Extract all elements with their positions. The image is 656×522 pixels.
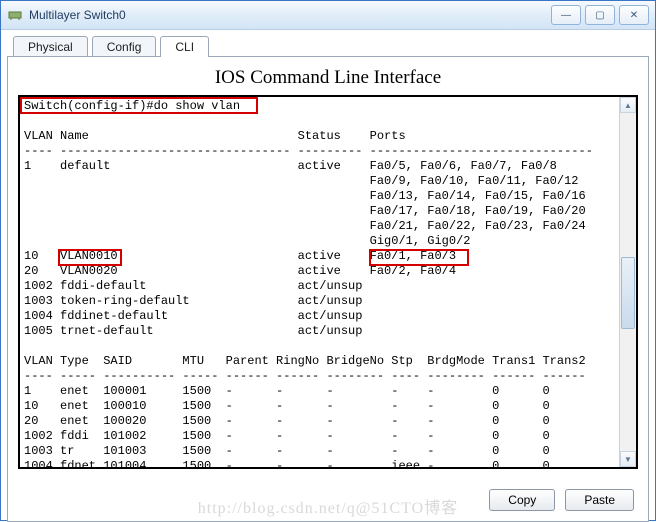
term-line: 1003 tr 101003 1500 - - - - - 0 0: [24, 444, 550, 458]
window-title: Multilayer Switch0: [29, 8, 551, 22]
close-button[interactable]: ✕: [619, 5, 649, 25]
term-line: 1004 fddinet-default act/unsup: [24, 309, 362, 323]
term-line: 10 enet 100010 1500 - - - - - 0 0: [24, 399, 550, 413]
terminal-output[interactable]: Switch(config-if)#do show vlan VLAN Name…: [20, 97, 636, 469]
maximize-button[interactable]: ▢: [585, 5, 615, 25]
term-line: VLAN Type SAID MTU Parent RingNo BridgeN…: [24, 354, 586, 368]
term-line: 1 default active Fa0/5, Fa0/6, Fa0/7, Fa…: [24, 159, 557, 173]
term-line: 1004 fdnet 101004 1500 - - - ieee - 0 0: [24, 459, 550, 469]
term-line: Gig0/1, Gig0/2: [24, 234, 470, 248]
tab-cli[interactable]: CLI: [160, 36, 209, 57]
tab-bar: Physical Config CLI: [13, 35, 649, 56]
content-area: Physical Config CLI IOS Command Line Int…: [1, 29, 655, 520]
tab-config[interactable]: Config: [92, 36, 157, 57]
term-line: ---- ----- ---------- ----- ------ -----…: [24, 369, 586, 383]
term-line: Switch(config-if)#do show vlan: [24, 99, 240, 113]
titlebar: Multilayer Switch0 — ▢ ✕: [1, 1, 655, 30]
term-line: 1002 fddi 101002 1500 - - - - - 0 0: [24, 429, 550, 443]
term-line: 10 VLAN0010 active Fa0/1, Fa0/3: [24, 249, 456, 263]
term-line: 1 enet 100001 1500 - - - - - 0 0: [24, 384, 550, 398]
term-line: ---- -------------------------------- --…: [24, 144, 593, 158]
scrollbar[interactable]: ▲ ▼: [619, 97, 636, 467]
term-line: VLAN Name Status Ports: [24, 129, 406, 143]
scroll-thumb[interactable]: [621, 257, 635, 329]
window-controls: — ▢ ✕: [551, 5, 649, 25]
app-window: Multilayer Switch0 — ▢ ✕ Physical Config…: [0, 0, 656, 521]
terminal-container: Switch(config-if)#do show vlan VLAN Name…: [18, 95, 638, 469]
app-icon: [7, 7, 23, 23]
term-line: Fa0/17, Fa0/18, Fa0/19, Fa0/20: [24, 204, 586, 218]
term-line: Fa0/13, Fa0/14, Fa0/15, Fa0/16: [24, 189, 586, 203]
footer-buttons: Copy Paste: [489, 489, 634, 511]
scroll-down-button[interactable]: ▼: [620, 451, 636, 467]
term-line: 1002 fddi-default act/unsup: [24, 279, 362, 293]
term-line: 20 VLAN0020 active Fa0/2, Fa0/4: [24, 264, 456, 278]
term-line: Fa0/21, Fa0/22, Fa0/23, Fa0/24: [24, 219, 586, 233]
tab-physical[interactable]: Physical: [13, 36, 88, 57]
term-line: 20 enet 100020 1500 - - - - - 0 0: [24, 414, 550, 428]
term-line: 1005 trnet-default act/unsup: [24, 324, 362, 338]
scroll-up-button[interactable]: ▲: [620, 97, 636, 113]
term-line: 1003 token-ring-default act/unsup: [24, 294, 362, 308]
paste-button[interactable]: Paste: [565, 489, 634, 511]
panel-heading: IOS Command Line Interface: [18, 67, 638, 89]
term-line: Fa0/9, Fa0/10, Fa0/11, Fa0/12: [24, 174, 579, 188]
cli-panel: IOS Command Line Interface Switch(config…: [7, 56, 649, 522]
copy-button[interactable]: Copy: [489, 489, 555, 511]
minimize-button[interactable]: —: [551, 5, 581, 25]
